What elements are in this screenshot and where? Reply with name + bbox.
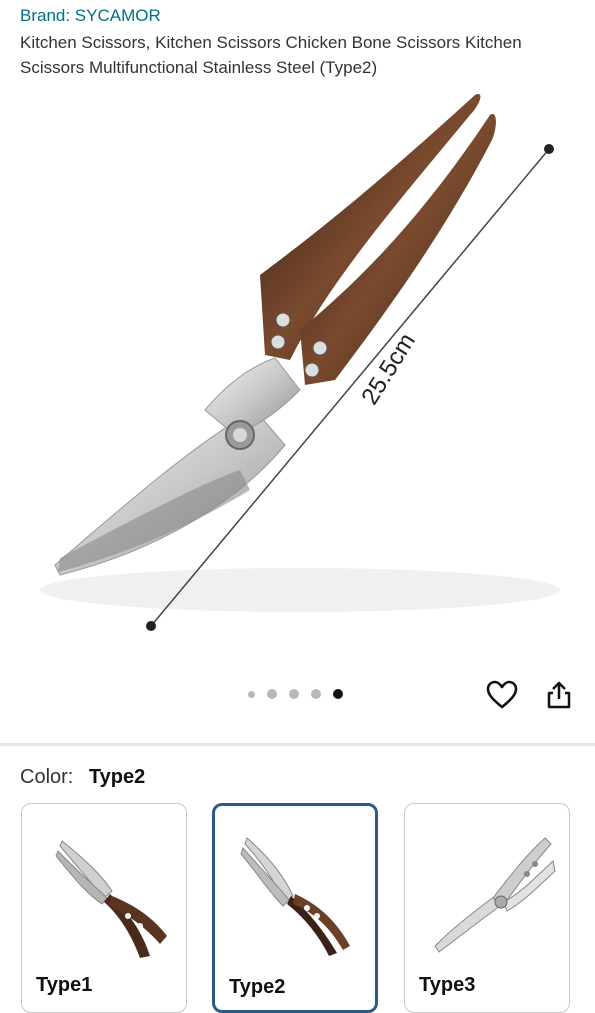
product-title: Kitchen Scissors, Kitchen Scissors Chick… <box>20 33 522 77</box>
variant-thumbnail <box>55 840 167 958</box>
brand-link[interactable]: Brand: SYCAMOR <box>20 6 161 26</box>
variant-option-type3[interactable]: Type3 <box>404 803 570 1013</box>
product-image[interactable]: 25.5cm <box>0 80 595 680</box>
variant-thumbnail <box>240 837 350 956</box>
image-pager[interactable] <box>248 689 343 699</box>
variant-thumbnail <box>434 837 556 953</box>
variant-option-type1[interactable]: Type1 <box>21 803 187 1013</box>
pager-dot[interactable] <box>248 690 255 698</box>
color-label: Color: <box>20 766 74 788</box>
pager-dot[interactable] <box>289 689 299 699</box>
heart-icon[interactable] <box>486 680 518 710</box>
color-selector-header: Color: Type2 <box>20 766 145 789</box>
section-divider <box>0 743 595 746</box>
variant-option-type2[interactable]: Type2 <box>212 803 378 1013</box>
pager-dot-active[interactable] <box>333 689 343 699</box>
pager-dot[interactable] <box>311 689 321 699</box>
variant-label: Type2 <box>229 976 286 998</box>
variant-label: Type3 <box>419 974 476 996</box>
share-icon[interactable] <box>544 680 574 710</box>
pager-dot[interactable] <box>267 689 277 699</box>
variant-label: Type1 <box>36 974 93 996</box>
color-selected-value: Type2 <box>88 766 146 788</box>
